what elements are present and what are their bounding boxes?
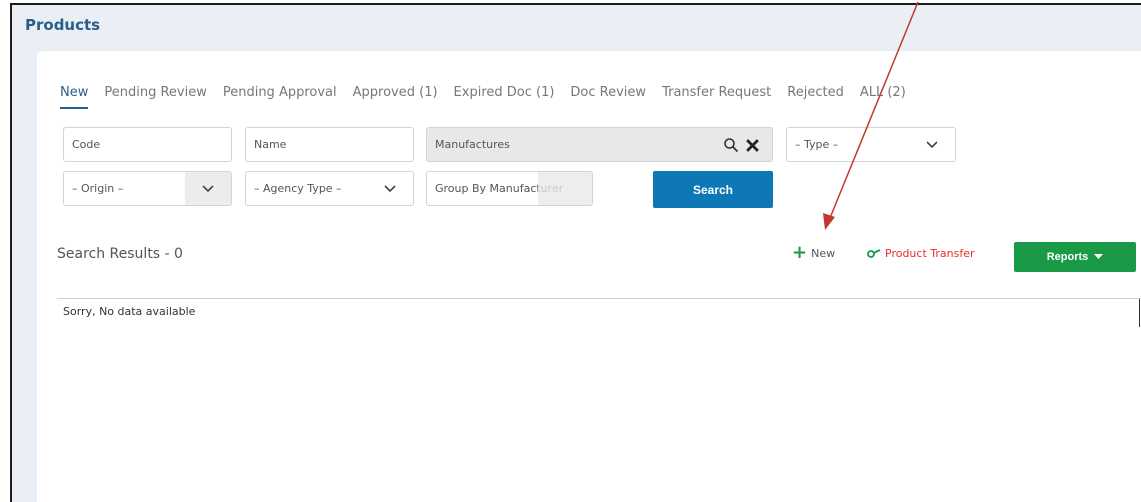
type-select-value: – Type –: [795, 138, 839, 151]
tab-all[interactable]: ALL (2): [860, 85, 906, 109]
transfer-icon: [867, 249, 881, 258]
tab-approved[interactable]: Approved (1): [353, 85, 438, 109]
name-field[interactable]: [245, 127, 414, 162]
type-select[interactable]: – Type –: [786, 127, 956, 162]
tab-pending-review[interactable]: Pending Review: [104, 85, 206, 109]
page-title: Products: [25, 16, 101, 34]
group-by-select[interactable]: Group By Manufacturer: [426, 171, 593, 206]
magnifier-icon[interactable]: [723, 137, 739, 153]
tab-rejected[interactable]: Rejected: [787, 85, 844, 109]
group-by-select-caret: [538, 172, 592, 205]
manufactures-input[interactable]: [435, 138, 772, 151]
results-divider: [57, 298, 1141, 299]
transfer-link-label: Product Transfer: [885, 247, 975, 260]
origin-select-caret: [185, 172, 231, 205]
chevron-down-icon: [202, 184, 214, 192]
reports-button[interactable]: Reports: [1014, 242, 1136, 272]
app-frame: Products New Pending Review Pending Appr…: [10, 3, 1141, 502]
agency-type-select-value: – Agency Type –: [254, 182, 342, 195]
origin-select[interactable]: – Origin –: [63, 171, 232, 206]
search-results-label: Search Results - 0: [57, 246, 183, 262]
tab-transfer-request[interactable]: Transfer Request: [662, 85, 771, 109]
new-product-link[interactable]: + New: [792, 242, 836, 263]
reports-button-label: Reports: [1046, 251, 1089, 263]
results-table-edge: [1139, 299, 1140, 327]
agency-type-select-caret: [367, 172, 413, 205]
chevron-down-icon: [926, 140, 938, 148]
type-select-caret: [909, 128, 955, 161]
tab-expired-doc[interactable]: Expired Doc (1): [454, 85, 555, 109]
new-link-label: New: [811, 246, 836, 260]
code-input[interactable]: [72, 138, 231, 151]
product-transfer-link[interactable]: Product Transfer: [867, 247, 975, 260]
empty-results-message: Sorry, No data available: [63, 305, 196, 318]
code-field[interactable]: [63, 127, 232, 162]
content-panel: New Pending Review Pending Approval Appr…: [37, 51, 1141, 502]
plus-icon: +: [792, 242, 808, 263]
name-input[interactable]: [254, 138, 413, 151]
agency-type-select[interactable]: – Agency Type –: [245, 171, 414, 206]
chevron-down-icon: [384, 184, 396, 192]
status-tabs: New Pending Review Pending Approval Appr…: [60, 85, 922, 109]
origin-select-value: – Origin –: [72, 182, 124, 195]
tab-pending-approval[interactable]: Pending Approval: [223, 85, 337, 109]
tab-new[interactable]: New: [60, 85, 89, 109]
close-icon[interactable]: [745, 138, 760, 153]
caret-down-icon: [1094, 254, 1104, 259]
manufactures-field[interactable]: [426, 127, 773, 162]
tab-doc-review[interactable]: Doc Review: [570, 85, 646, 109]
search-button[interactable]: Search: [653, 171, 773, 208]
